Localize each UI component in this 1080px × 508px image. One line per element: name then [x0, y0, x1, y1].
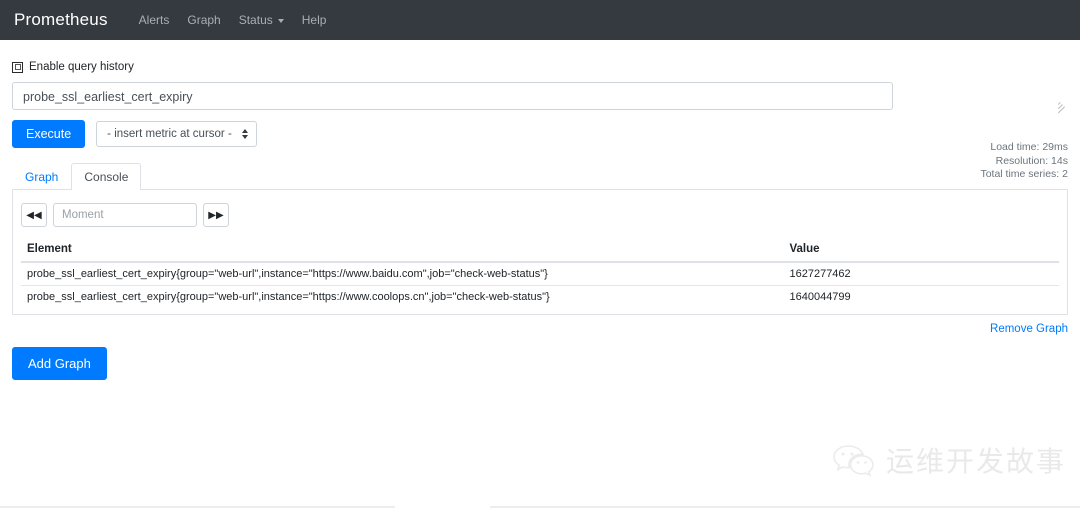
query-input-wrapper: [12, 82, 1068, 114]
nav-link-help-label: Help: [301, 13, 327, 27]
navbar-links: Alerts Graph Status Help: [130, 9, 336, 31]
tab-graph[interactable]: Graph: [12, 163, 71, 190]
moment-input[interactable]: [53, 203, 197, 227]
query-history-row: Enable query history: [12, 61, 1068, 73]
execute-row: Execute - insert metric at cursor -: [12, 120, 1068, 148]
tab-console[interactable]: Console: [71, 163, 142, 190]
remove-graph-link[interactable]: Remove Graph: [990, 323, 1068, 335]
watermark: 运维开发故事: [832, 440, 1066, 480]
add-graph-row: Add Graph: [12, 347, 1068, 380]
table-header-row: Element Value: [21, 239, 1059, 263]
step-backward-button[interactable]: ◀◀: [21, 203, 47, 227]
panel-tabs: Graph Console: [12, 163, 1068, 190]
expression-input[interactable]: [12, 82, 893, 110]
nav-link-alerts-label: Alerts: [138, 13, 170, 27]
wechat-icon: [833, 445, 874, 477]
chevron-down-icon: [277, 19, 284, 23]
top-navbar: Prometheus Alerts Graph Status Help: [0, 0, 1080, 40]
enable-query-history-checkbox[interactable]: [12, 61, 23, 73]
brand-logo[interactable]: Prometheus: [14, 10, 108, 30]
table-row: probe_ssl_earliest_cert_expiry{group="we…: [21, 261, 1059, 286]
cell-element: probe_ssl_earliest_cert_expiry{group="we…: [21, 285, 784, 308]
remove-graph-row: Remove Graph: [12, 321, 1068, 335]
page-body: Enable query history Load time: 29ms Res…: [0, 61, 1080, 380]
nav-link-graph[interactable]: Graph: [178, 9, 229, 31]
load-time-stat: Load time: 29ms: [990, 141, 1068, 153]
table-row: probe_ssl_earliest_cert_expiry{group="we…: [21, 285, 1059, 308]
enable-query-history-label: Enable query history: [29, 61, 134, 73]
nav-link-status-label: Status: [238, 13, 273, 27]
insert-metric-select[interactable]: - insert metric at cursor -: [96, 121, 257, 147]
column-header-element: Element: [21, 239, 784, 263]
nav-link-status[interactable]: Status: [230, 9, 293, 31]
select-updown-icon: [241, 129, 248, 139]
column-header-value: Value: [783, 239, 1059, 263]
cell-value: 1627277462: [783, 261, 1059, 286]
nav-link-alerts[interactable]: Alerts: [130, 9, 179, 31]
moment-controls: ◀◀ ▶▶: [21, 203, 1059, 227]
add-graph-button[interactable]: Add Graph: [12, 347, 107, 380]
nav-link-graph-label: Graph: [187, 13, 221, 27]
watermark-text: 运维开发故事: [886, 445, 1067, 478]
cell-element: probe_ssl_earliest_cert_expiry{group="we…: [21, 261, 784, 286]
results-table-head: Element Value: [21, 239, 1059, 263]
nav-link-help[interactable]: Help: [293, 9, 336, 31]
console-panel: ◀◀ ▶▶ Element Value probe_ssl_earliest_c…: [12, 190, 1068, 315]
insert-metric-select-value: - insert metric at cursor -: [107, 128, 232, 140]
cell-value: 1640044799: [783, 285, 1059, 308]
results-table: Element Value probe_ssl_earliest_cert_ex…: [21, 239, 1059, 308]
step-forward-button[interactable]: ▶▶: [203, 203, 229, 227]
results-table-body: probe_ssl_earliest_cert_expiry{group="we…: [21, 261, 1059, 308]
textarea-resize-handle[interactable]: [1056, 98, 1065, 114]
execute-button[interactable]: Execute: [12, 120, 86, 148]
